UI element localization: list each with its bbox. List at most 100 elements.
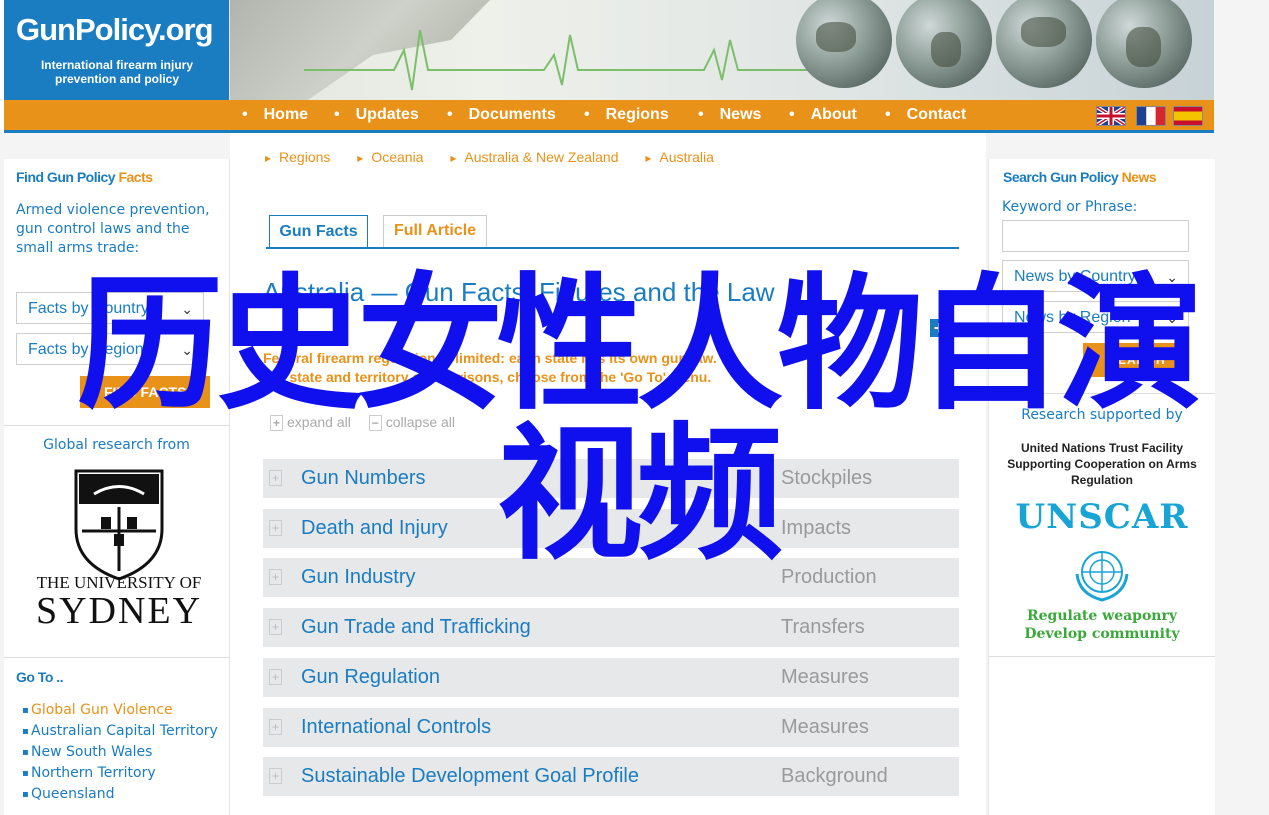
news-by-region-value: News by Region (1014, 309, 1131, 326)
section-row-gun-industry[interactable]: + Gun Industry Production (263, 558, 959, 598)
facts-by-country-select[interactable]: Facts by Country ⌄ (16, 292, 204, 324)
site-header: GunPolicy.org International firearm inju… (4, 0, 1214, 100)
breadcrumb-item[interactable]: Oceania (357, 149, 423, 165)
section-row-gun-numbers[interactable]: + Gun Numbers Stockpiles (263, 459, 959, 499)
go-to-item[interactable]: New South Wales (22, 743, 222, 762)
section-tag: Measures (781, 666, 869, 688)
main-navigation: Home Updates Documents Regions News Abou… (4, 100, 1214, 133)
find-facts-button-label: FIND FACTS (104, 384, 187, 400)
section-row-gun-regulation[interactable]: + Gun Regulation Measures (263, 658, 959, 698)
search-button[interactable]: ⌕ SEARCH (1083, 343, 1185, 377)
find-facts-title-main: Find Gun Policy (16, 169, 119, 185)
unscar-tagline: Regulate weaponry Develop community (989, 607, 1215, 643)
expand-toggle-icon: + (269, 520, 283, 536)
tab-gun-facts[interactable]: Gun Facts (269, 215, 368, 247)
row-separator (263, 747, 959, 748)
row-separator (263, 647, 959, 648)
row-separator (263, 597, 959, 598)
go-to-item[interactable]: Global Gun Violence (22, 701, 222, 720)
section-tag: Background (781, 765, 888, 787)
right-sidebar: Search Gun Policy News Keyword or Phrase… (988, 159, 1215, 815)
row-separator (263, 548, 959, 549)
section-name: International Controls (301, 716, 492, 738)
facts-by-region-select[interactable]: Facts by Region ⌄ (16, 333, 204, 365)
section-row-death-and-injury[interactable]: + Death and Injury Impacts (263, 509, 959, 549)
unscar-logo-text[interactable]: UNSCAR (989, 497, 1215, 537)
site-logo[interactable]: GunPolicy.org International firearm inju… (4, 0, 229, 100)
news-by-region-select[interactable]: News by Region ⌄ (1002, 301, 1189, 333)
row-separator (263, 796, 959, 797)
expand-toggle-icon: + (269, 768, 283, 784)
page-title: Australia — Gun Facts, Figures and the L… (263, 277, 775, 307)
french-flag-icon[interactable] (1136, 106, 1166, 126)
spanish-flag-icon[interactable] (1173, 106, 1203, 126)
expand-toggle-icon: + (269, 619, 283, 635)
divider (989, 393, 1215, 394)
university-of-sydney-logo[interactable]: THE UNIVERSITY OF SYDNEY (34, 459, 204, 639)
global-research-label: Global research from (43, 437, 190, 453)
row-separator (263, 498, 959, 499)
help-link[interactable]: Help (1006, 351, 1035, 367)
collapse-all-link[interactable]: − collapse all (368, 414, 455, 431)
section-tag: Stockpiles (781, 467, 873, 489)
section-tag: Production (781, 566, 877, 588)
go-to-item[interactable]: Queensland (22, 785, 222, 804)
notice-line-1: Federal firearm regulation is limited: e… (263, 350, 717, 366)
find-facts-title-accent: Facts (118, 169, 153, 185)
nav-regions[interactable]: Regions (584, 106, 669, 124)
row-separator (263, 697, 959, 698)
chevron-down-icon: ⌄ (1166, 310, 1178, 326)
go-to-title: Go To .. (16, 669, 64, 685)
divider (989, 656, 1215, 657)
section-name: Gun Industry (301, 566, 416, 588)
expand-toggle-icon: + (269, 569, 283, 585)
tab-full-article[interactable]: Full Article (383, 215, 487, 247)
news-by-country-value: News by Country (1014, 268, 1136, 285)
un-trust-facility-text: United Nations Trust Facility Supporting… (1007, 441, 1197, 487)
search-button-label: SEARCH (1109, 353, 1166, 367)
breadcrumb-item[interactable]: Regions (265, 149, 330, 165)
keyword-label: Keyword or Phrase: (1002, 199, 1138, 215)
search-icon: ⌕ (1091, 352, 1100, 368)
divider (4, 657, 229, 658)
heartbeat-line-graphic (304, 29, 824, 91)
keyword-input[interactable] (1002, 220, 1189, 252)
nav-updates[interactable]: Updates (334, 106, 419, 124)
facts-by-country-value: Facts by Country (28, 300, 149, 317)
nav-home[interactable]: Home (242, 106, 308, 124)
go-to-item[interactable]: Australian Capital Territory (22, 722, 222, 741)
globe-image (896, 0, 992, 88)
left-sidebar: Find Gun Policy Facts Armed violence pre… (4, 159, 230, 815)
section-row-sdg-profile[interactable]: + Sustainable Development Goal Profile Bac… (263, 757, 959, 797)
find-facts-button[interactable]: ⌕ FIND FACTS (80, 376, 210, 408)
section-name: Sustainable Development Goal Profile (301, 765, 639, 787)
search-news-title-accent: News (1121, 169, 1157, 185)
globe-image (796, 0, 892, 88)
university-crest-icon (74, 469, 164, 581)
tagline-line-1: Regulate weaponry (1027, 608, 1177, 624)
section-row-gun-trade[interactable]: + Gun Trade and Trafficking Transfers (263, 608, 959, 648)
chevron-down-icon: ⌄ (181, 342, 193, 358)
english-flag-icon[interactable] (1096, 106, 1126, 126)
search-news-title: Search Gun Policy News (1003, 169, 1157, 185)
section-row-international-controls[interactable]: + International Controls Measures (263, 708, 959, 748)
breadcrumb-item[interactable]: Australia & New Zealand (450, 149, 618, 165)
expand-toggle-icon: + (269, 719, 283, 735)
expand-toggle-icon: + (269, 669, 283, 685)
nav-about[interactable]: About (789, 106, 857, 124)
breadcrumb-item[interactable]: Australia (645, 149, 714, 165)
nav-contact[interactable]: Contact (885, 106, 967, 124)
search-news-title-main: Search Gun Policy (1003, 169, 1122, 185)
plus-icon[interactable]: + (930, 319, 948, 337)
research-supported-label: Research supported by (1021, 407, 1183, 423)
plus-icon: + (270, 415, 284, 431)
nav-news[interactable]: News (698, 106, 762, 124)
search-icon: ⌕ (86, 384, 94, 400)
tagline-line-2: Develop community (1024, 626, 1180, 642)
un-emblem-icon (1075, 551, 1129, 602)
news-by-country-select[interactable]: News by Country ⌄ (1002, 260, 1189, 292)
breadcrumb: Regions Oceania Australia & New Zealand … (265, 149, 737, 165)
nav-documents[interactable]: Documents (447, 106, 556, 124)
expand-all-link[interactable]: + expand all (270, 414, 351, 431)
go-to-item[interactable]: Northern Territory (22, 764, 222, 783)
